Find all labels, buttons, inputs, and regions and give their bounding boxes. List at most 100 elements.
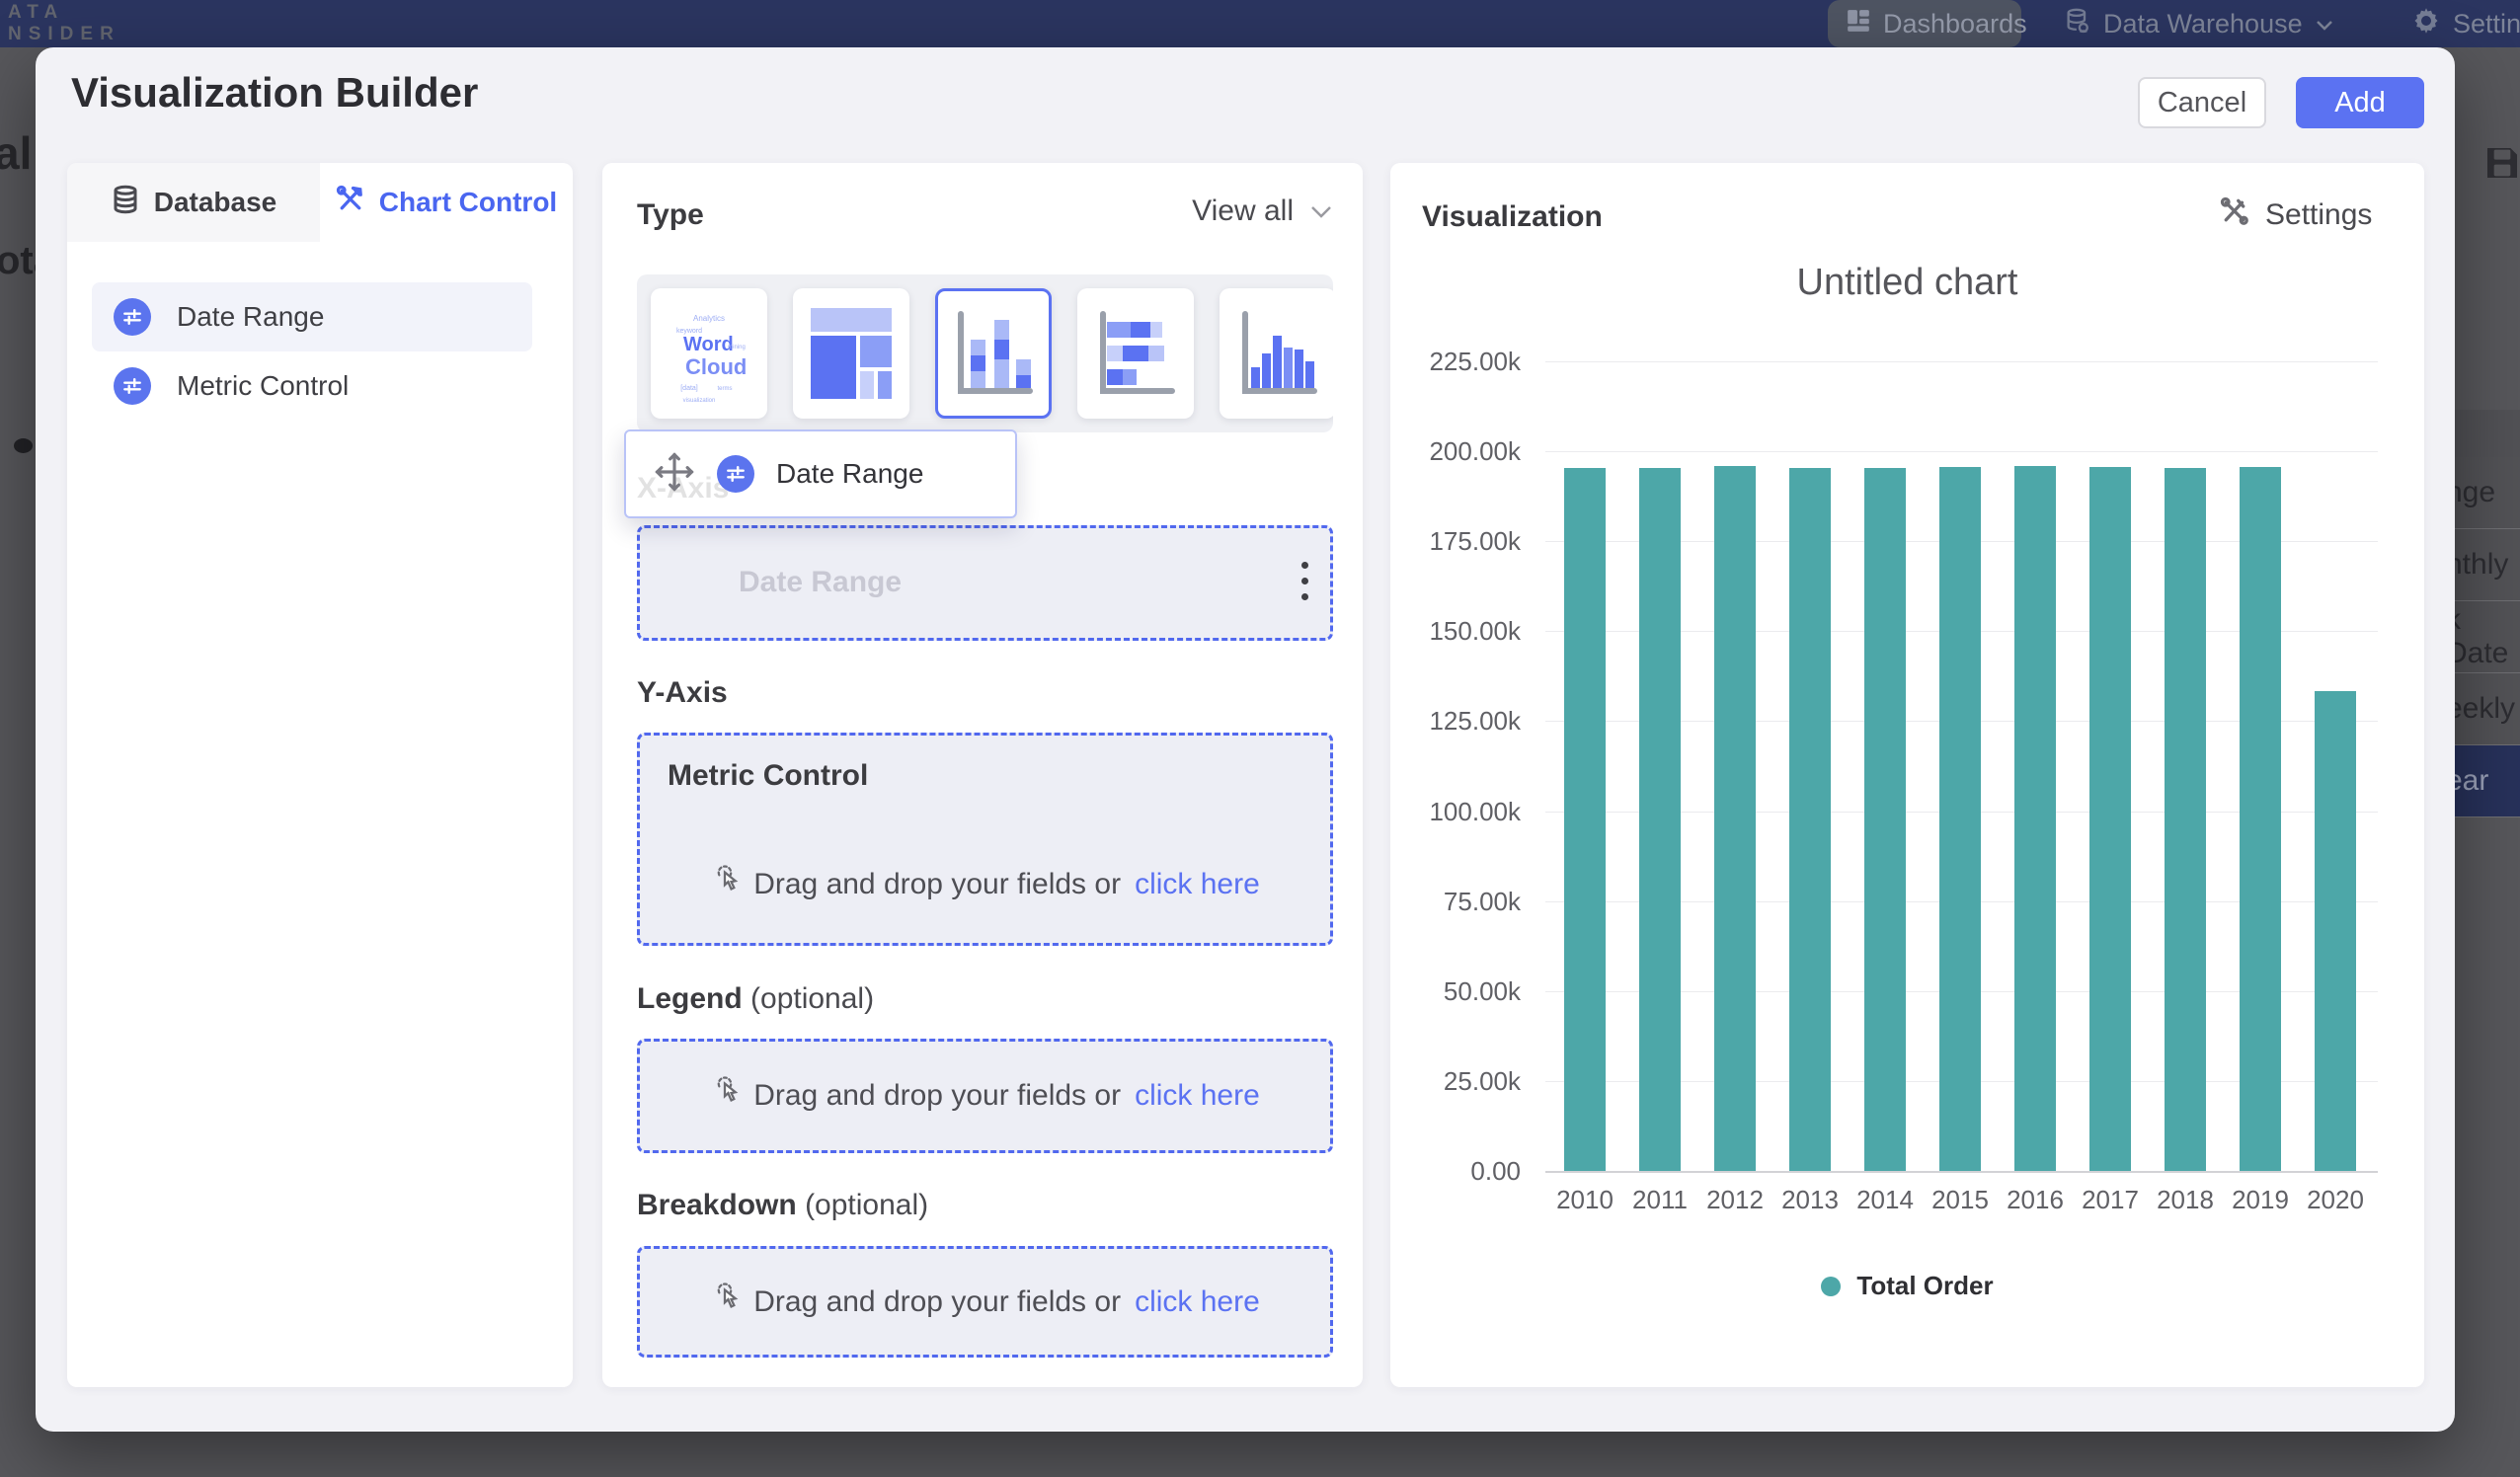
tap-hand-icon (710, 864, 740, 905)
breakdown-dropzone[interactable]: Drag and drop your fields or click here (637, 1246, 1333, 1358)
dropzone-text: Drag and drop your fields or (753, 868, 1121, 901)
tools-icon (336, 185, 365, 221)
chart-type-column[interactable] (1220, 288, 1333, 419)
legend-dropzone[interactable]: Drag and drop your fields or click here (637, 1039, 1333, 1153)
x-tick-label: 2015 (1923, 1185, 1998, 1215)
y-tick-label: 150.00k (1390, 616, 1521, 647)
bg-bullet-dot (14, 438, 33, 453)
chart-legend[interactable]: Total Order (1390, 1271, 2424, 1301)
breakdown-heading: Breakdown (optional) (637, 1189, 928, 1222)
app-logo: ATA NSIDER (8, 2, 120, 45)
y-tick-label: 0.00 (1390, 1156, 1521, 1187)
x-tick-label: 2010 (1547, 1185, 1622, 1215)
legend-series-label: Total Order (1856, 1271, 1993, 1301)
nav-dashboards-label: Dashboards (1883, 9, 2027, 39)
y-tick-label: 50.00k (1390, 976, 1521, 1007)
logo-line2: NSIDER (8, 24, 120, 45)
dragged-field-chip-date-range[interactable]: Date Range (624, 429, 1017, 518)
x-axis-line (1545, 1171, 2378, 1173)
tap-hand-icon (710, 1075, 740, 1117)
breakdown-optional-label: (optional) (805, 1189, 928, 1221)
gear-icon (2411, 6, 2441, 42)
view-all-button[interactable]: View all (1047, 194, 1333, 228)
dropzone-click-here-link[interactable]: click here (1135, 868, 1260, 901)
x-tick-label: 2016 (1998, 1185, 2073, 1215)
field-item-date-range[interactable]: Date Range (92, 282, 532, 351)
kebab-menu-icon[interactable] (1299, 562, 1309, 600)
breakdown-heading-label: Breakdown (637, 1189, 797, 1221)
bar-2010[interactable] (1564, 468, 1606, 1171)
bar-2013[interactable] (1789, 468, 1831, 1171)
y-tick-label: 225.00k (1390, 347, 1521, 377)
svg-text:Word: Word (683, 334, 734, 355)
tab-database[interactable]: Database (67, 163, 320, 242)
y-tick-label: 175.00k (1390, 526, 1521, 557)
x-tick-label: 2011 (1622, 1185, 1697, 1215)
dropzone-text: Drag and drop your fields or (753, 1079, 1121, 1113)
x-tick-label: 2017 (2073, 1185, 2148, 1215)
chart-type-treemap[interactable] (793, 288, 909, 419)
chevron-down-icon (1309, 194, 1333, 228)
screen: ATA NSIDER Dashboards Data Warehouse Set… (0, 0, 2520, 1477)
view-all-label: View all (1192, 194, 1294, 228)
chevron-down-icon (2315, 9, 2334, 39)
nav-data-warehouse[interactable]: Data Warehouse (2064, 0, 2334, 47)
dropzone-click-here-link[interactable]: click here (1135, 1079, 1260, 1113)
bar-2019[interactable] (2240, 467, 2281, 1171)
svg-text:mining: mining (728, 345, 746, 350)
nav-dashboards[interactable]: Dashboards (1828, 0, 2021, 47)
dropzone-click-here-link[interactable]: click here (1135, 1285, 1260, 1319)
y-axis-dropzone[interactable]: Metric Control Drag and drop your fields… (637, 733, 1333, 946)
database-icon (111, 185, 140, 221)
bar-chart: 225.00k 200.00k 175.00k 150.00k 125.00k 100.0… (1390, 163, 2424, 1387)
cancel-button[interactable]: Cancel (2138, 77, 2266, 128)
y-tick-label: 100.00k (1390, 797, 1521, 827)
svg-text:[data]: [data] (680, 385, 698, 392)
gridline (1545, 451, 2378, 452)
chart-type-stacked-column[interactable] (935, 288, 1052, 419)
chart-type-strip: Analytics keyword Word mining Cloud [dat… (637, 274, 1333, 432)
bg-page-title-fragment: al (0, 126, 32, 180)
legend-heading-label: Legend (637, 982, 743, 1015)
logo-line1: ATA (8, 2, 120, 24)
x-tick-label: 2018 (2148, 1185, 2223, 1215)
bar-2017[interactable] (2089, 467, 2131, 1171)
gridline (1545, 361, 2378, 362)
save-floppy-icon[interactable] (2482, 143, 2520, 188)
x-axis-ghost-field: Date Range (739, 566, 902, 599)
nav-warehouse-label: Data Warehouse (2103, 9, 2303, 39)
tab-chart-control[interactable]: Chart Control (320, 163, 573, 242)
bar-2018[interactable] (2165, 468, 2206, 1171)
bar-2020[interactable] (2315, 691, 2356, 1171)
y-tick-label: 125.00k (1390, 706, 1521, 737)
bar-2011[interactable] (1639, 468, 1681, 1171)
y-tick-label: 200.00k (1390, 436, 1521, 467)
add-button[interactable]: Add (2296, 77, 2424, 128)
x-tick-label: 2020 (2298, 1185, 2373, 1215)
legend-optional-label: (optional) (750, 982, 874, 1015)
chart-type-word-cloud[interactable]: Analytics keyword Word mining Cloud [dat… (651, 288, 767, 419)
bar-2015[interactable] (1939, 467, 1981, 1171)
y-tick-label: 25.00k (1390, 1066, 1521, 1097)
field-item-metric-control[interactable]: Metric Control (92, 351, 532, 421)
y-tick-label: 75.00k (1390, 887, 1521, 917)
tab-database-label: Database (154, 187, 277, 218)
chart-type-stacked-bar[interactable] (1077, 288, 1194, 419)
tab-chart-control-label: Chart Control (379, 187, 557, 218)
svg-text:Analytics: Analytics (693, 314, 725, 323)
visualization-builder-modal: Visualization Builder Cancel Add Databas… (36, 47, 2455, 1432)
bar-2016[interactable] (2014, 466, 2056, 1171)
bar-2014[interactable] (1864, 468, 1906, 1171)
nav-settings[interactable]: Settin (2411, 0, 2520, 47)
builder-panel: Type View all Analytics keyword Word min… (602, 163, 1363, 1387)
x-tick-label: 2013 (1772, 1185, 1848, 1215)
nav-settings-label: Settin (2453, 9, 2520, 39)
top-nav-bar: ATA NSIDER Dashboards Data Warehouse Set… (0, 0, 2520, 47)
bar-2012[interactable] (1714, 466, 1756, 1171)
x-tick-label: 2012 (1697, 1185, 1772, 1215)
type-heading: Type (637, 198, 704, 232)
svg-text:Cloud: Cloud (685, 354, 747, 379)
x-axis-dropzone[interactable]: Date Range (637, 525, 1333, 641)
fields-panel: Database Chart Control Date Range Metric… (67, 163, 573, 1387)
svg-text:terms: terms (718, 386, 733, 392)
